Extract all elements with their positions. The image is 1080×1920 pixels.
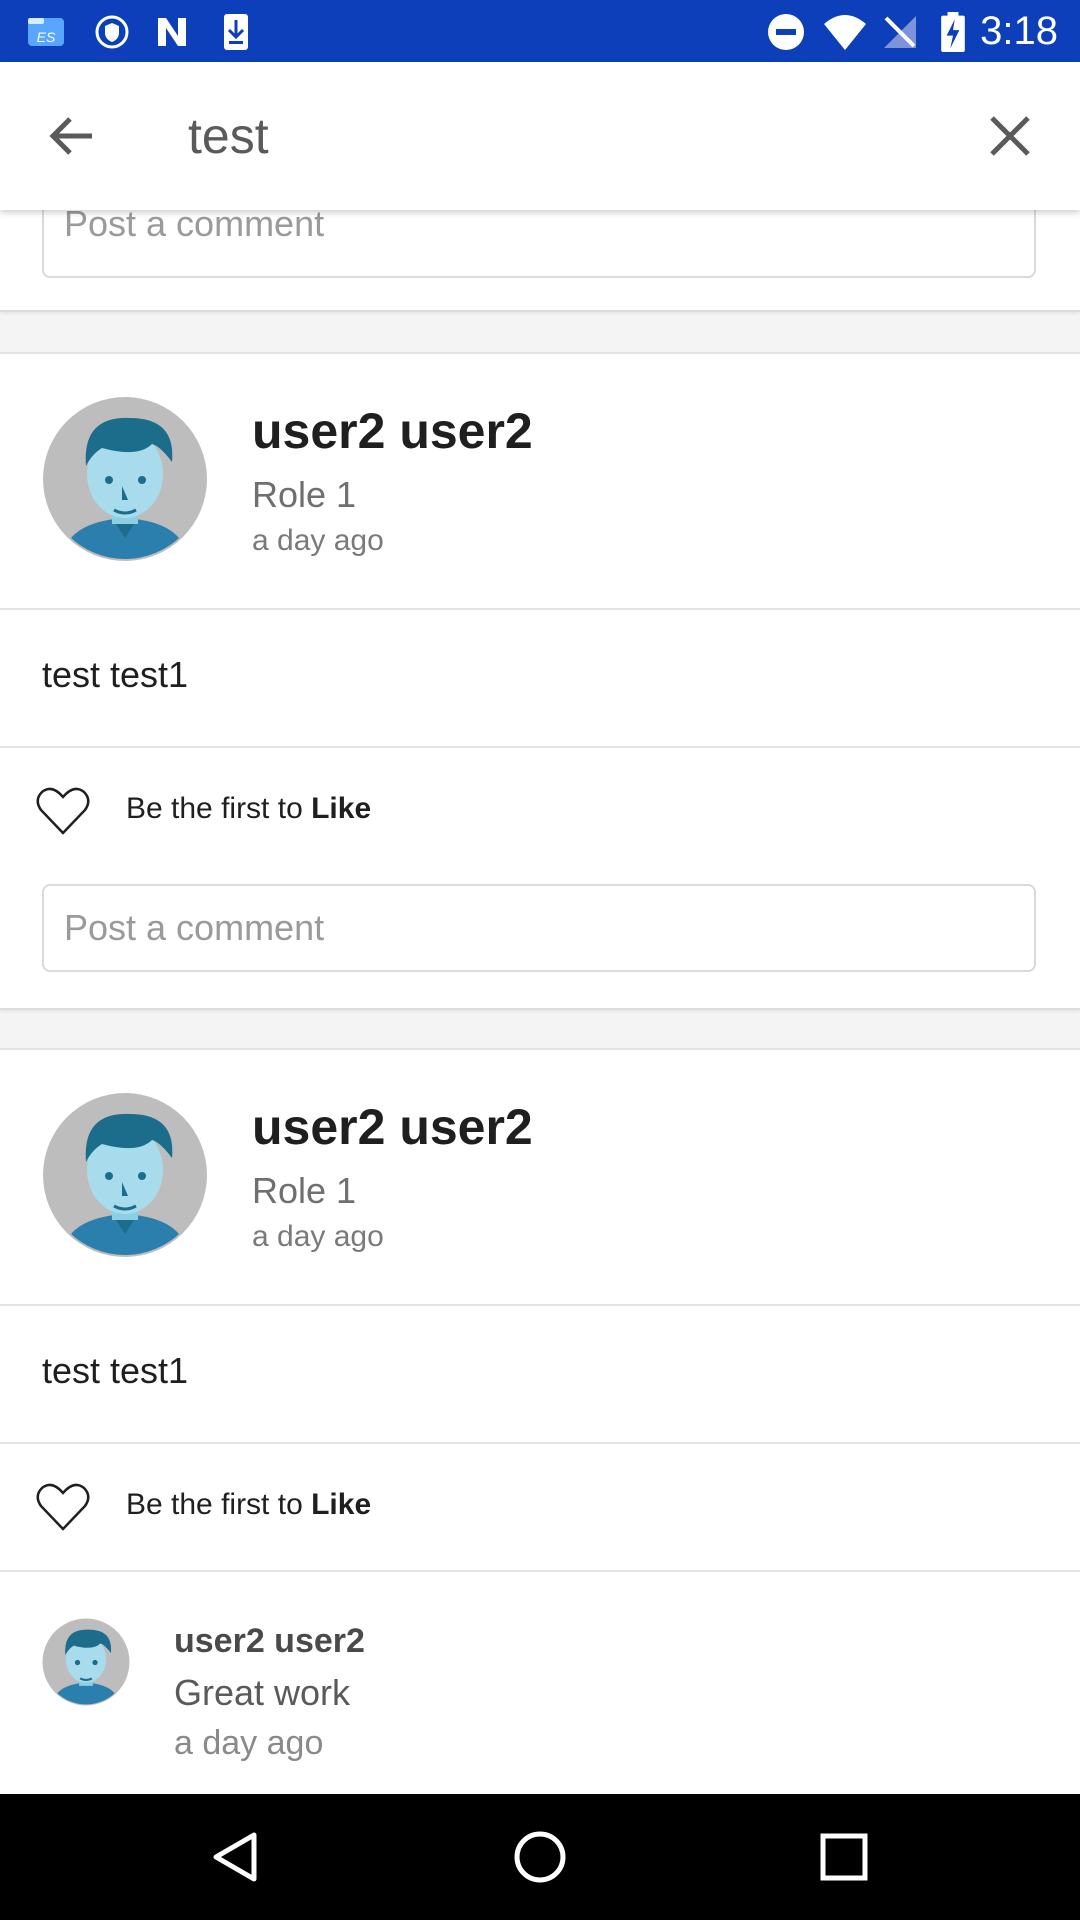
comment-input[interactable]: Post a comment	[42, 884, 1036, 972]
wifi-icon	[824, 15, 866, 50]
comment-item: user2 user2 Great work a day ago	[0, 1572, 1080, 1792]
recents-nav-icon[interactable]	[814, 1827, 874, 1887]
divider	[0, 608, 1080, 610]
like-row: Be the first to Like	[0, 748, 1080, 874]
comment-author[interactable]: user2 user2	[174, 1622, 365, 1661]
like-link[interactable]: Like	[311, 792, 371, 825]
divider	[0, 1304, 1080, 1306]
like-prompt[interactable]: Be the first to Like	[126, 1488, 371, 1522]
no-signal-icon	[884, 16, 916, 48]
post-timestamp: a day ago	[252, 1220, 384, 1253]
avatar[interactable]	[42, 1092, 208, 1258]
post-author-role: Role 1	[252, 474, 357, 515]
navigation-bar	[0, 1794, 1080, 1920]
post-timestamp: a day ago	[252, 524, 384, 557]
comment-timestamp: a day ago	[174, 1724, 324, 1762]
svg-text:ES: ES	[37, 29, 56, 45]
home-nav-icon[interactable]	[510, 1827, 570, 1887]
post-card: user2 user2 Role 1 a day ago test test1 …	[0, 1048, 1080, 1794]
heart-icon[interactable]	[36, 1482, 90, 1532]
post-header: user2 user2 Role 1 a day ago	[0, 1050, 1080, 1304]
post-header: user2 user2 Role 1 a day ago	[0, 354, 1080, 608]
post-body-text: test test1	[42, 1350, 189, 1391]
back-nav-icon[interactable]	[206, 1827, 266, 1887]
post-card-partial: Post a comment	[0, 210, 1080, 312]
file-explorer-icon: ES	[28, 18, 64, 46]
feed-list[interactable]: Post a comment user2 user2 Role 1 a day …	[0, 210, 1080, 1794]
vpn-shield-icon	[95, 15, 129, 49]
heart-icon[interactable]	[36, 786, 90, 836]
search-query-text[interactable]: test	[188, 106, 269, 166]
comment-input[interactable]: Post a comment	[42, 210, 1036, 278]
avatar[interactable]	[42, 1618, 130, 1706]
post-body-text: test test1	[42, 654, 189, 695]
like-prompt[interactable]: Be the first to Like	[126, 792, 371, 826]
avatar[interactable]	[42, 396, 208, 562]
do-not-disturb-icon	[768, 14, 804, 50]
post-author-name[interactable]: user2 user2	[252, 1098, 533, 1156]
battery-charging-icon	[941, 12, 965, 52]
back-arrow-icon[interactable]	[42, 106, 102, 166]
search-toolbar: test	[0, 62, 1080, 210]
post-card: user2 user2 Role 1 a day ago test test1 …	[0, 352, 1080, 1010]
post-author-role: Role 1	[252, 1170, 357, 1211]
like-link[interactable]: Like	[311, 1488, 371, 1521]
status-bar: ES 3:18	[0, 0, 1080, 62]
n-app-icon	[158, 18, 186, 46]
comment-text: Great work	[174, 1672, 351, 1713]
close-icon[interactable]	[980, 106, 1040, 166]
download-icon	[224, 14, 248, 50]
post-author-name[interactable]: user2 user2	[252, 402, 533, 460]
status-time: 3:18	[980, 9, 1058, 53]
like-row: Be the first to Like	[0, 1444, 1080, 1570]
